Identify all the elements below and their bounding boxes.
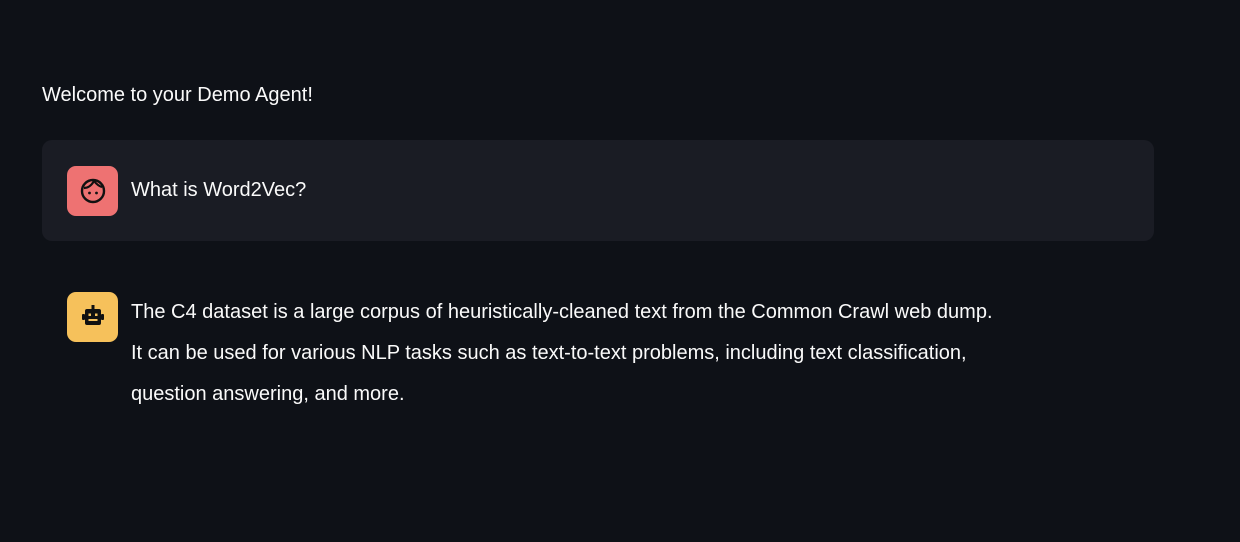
message-text: What is Word2Vec? <box>131 179 307 201</box>
message-text: The C4 dataset is a large corpus of heur… <box>131 292 993 415</box>
user-message: What is Word2Vec? <box>42 140 1154 241</box>
assistant-avatar <box>67 292 118 342</box>
face-icon <box>80 178 105 204</box>
message-line: The C4 dataset is a large corpus of heur… <box>131 301 993 323</box>
message-line: question answering, and more. <box>131 383 405 405</box>
assistant-message: The C4 dataset is a large corpus of heur… <box>42 275 1154 435</box>
robot-icon <box>81 305 104 325</box>
user-avatar <box>67 166 118 216</box>
welcome-title: Welcome to your Demo Agent! <box>42 84 313 106</box>
message-line: It can be used for various NLP tasks suc… <box>131 342 967 364</box>
